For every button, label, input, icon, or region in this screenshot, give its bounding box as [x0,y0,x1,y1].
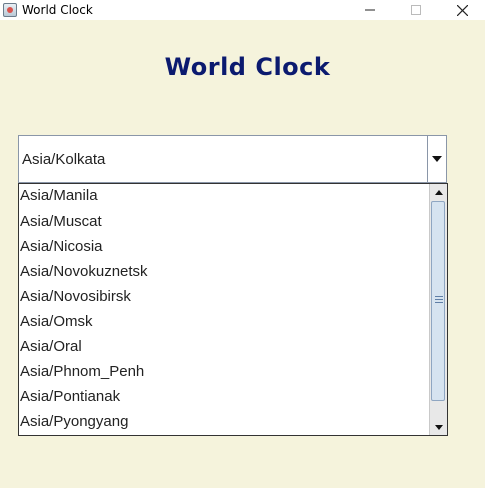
scrollbar-track[interactable] [430,200,447,419]
list-item[interactable]: Asia/Nicosia [19,234,429,259]
minimize-button[interactable] [347,0,393,20]
timezone-options: Asia/Manila Asia/Muscat Asia/Nicosia Asia/N… [19,184,429,434]
dropdown-arrow-button[interactable] [428,136,446,182]
scroll-down-icon [434,424,443,430]
window-title: World Clock [22,3,93,17]
dropdown-scrollbar[interactable] [429,184,447,435]
scrollbar-grip-icon [435,296,443,305]
list-item[interactable]: Asia/Novokuznetsk [19,259,429,284]
list-item[interactable]: Asia/Pontianak [19,384,429,409]
close-icon [456,4,468,16]
scroll-down-button[interactable] [430,419,447,435]
chevron-down-icon [432,156,442,162]
window-titlebar: World Clock [0,0,485,20]
maximize-button[interactable] [393,0,439,20]
list-item[interactable]: Asia/Phnom_Penh [19,359,429,384]
timezone-select[interactable]: Asia/Kolkata [18,135,447,183]
window-controls [347,0,485,20]
list-item[interactable]: Asia/Novosibirsk [19,284,429,309]
minimize-icon [365,9,375,11]
list-item[interactable]: Asia/Muscat [19,209,429,234]
scrollbar-thumb[interactable] [431,201,445,401]
page-title: World Clock [164,53,331,81]
scroll-up-button[interactable] [430,184,447,200]
timezone-select-value: Asia/Kolkata [19,136,428,182]
close-button[interactable] [439,0,485,20]
list-item[interactable]: Asia/Pyongyang [19,409,429,434]
java-coffee-icon [3,3,17,17]
timezone-dropdown-list: Asia/Manila Asia/Muscat Asia/Nicosia Asia/N… [18,183,448,436]
scroll-up-icon [434,189,443,195]
list-item[interactable]: Asia/Omsk [19,309,429,334]
list-item[interactable]: Asia/Manila [19,184,429,209]
maximize-icon [411,5,421,15]
list-item[interactable]: Asia/Oral [19,334,429,359]
